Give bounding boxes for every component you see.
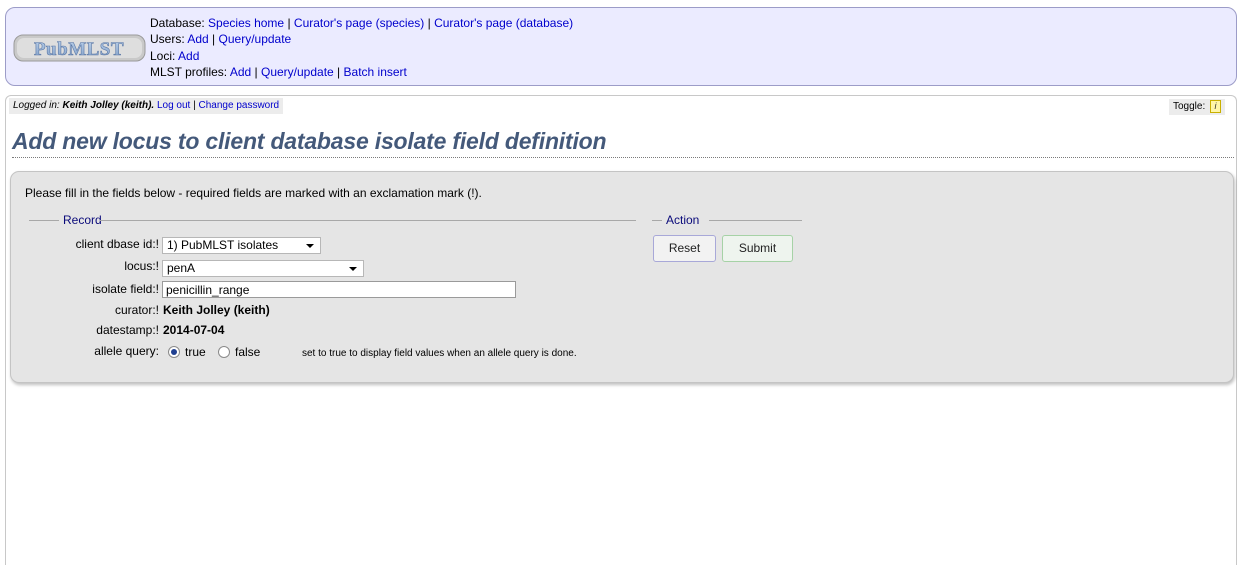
- profiles-add-link[interactable]: Add: [230, 65, 251, 79]
- logged-in-status: Logged in: Keith Jolley (keith).: [13, 100, 154, 111]
- curators-page-database-link[interactable]: Curator's page (database): [434, 16, 573, 30]
- separator: |: [287, 16, 291, 30]
- logged-in-user: Keith Jolley (keith).: [62, 100, 155, 111]
- database-row: Database: Species home | Curator's page …: [150, 15, 573, 31]
- allele-query-hint: set to true to display field values when…: [302, 348, 577, 359]
- separator: |: [427, 16, 431, 30]
- profiles-label: MLST profiles:: [150, 64, 228, 79]
- reset-button[interactable]: Reset: [653, 235, 716, 262]
- toggle-label: Toggle:: [1173, 101, 1206, 112]
- allele-query-true-radio[interactable]: [168, 346, 180, 358]
- action-legend-line-left: [652, 220, 662, 221]
- client-dbase-select[interactable]: 1) PubMLST isolates: [162, 237, 321, 254]
- record-legend-line-left: [29, 220, 59, 221]
- users-label: Users:: [150, 32, 185, 47]
- locus-value: penA: [167, 261, 196, 275]
- profiles-query-update-link[interactable]: Query/update: [261, 65, 334, 79]
- users-row: Users: Add | Query/update: [150, 31, 573, 47]
- pubmlst-logo[interactable]: PubMLST: [13, 34, 146, 62]
- curator-label: curator:!: [114, 303, 159, 317]
- logo-text: PubMLST: [34, 39, 124, 60]
- separator: |: [337, 64, 341, 79]
- locus-label: locus:!: [124, 259, 159, 273]
- loci-row: Loci: Add: [150, 48, 573, 64]
- record-legend-line-right: [100, 220, 636, 221]
- separator: |: [193, 100, 196, 111]
- info-toggle-icon[interactable]: i: [1210, 99, 1222, 113]
- datestamp-label: datestamp:!: [96, 323, 159, 337]
- datestamp-value: 2014-07-04: [163, 323, 225, 337]
- separator: |: [212, 32, 216, 47]
- client-dbase-value: 1) PubMLST isolates: [167, 238, 279, 252]
- logged-in-prefix: Logged in:: [13, 100, 60, 111]
- chevron-down-icon: [306, 244, 314, 248]
- change-password-link[interactable]: Change password: [199, 100, 280, 111]
- allele-query-false-radio[interactable]: [218, 346, 230, 358]
- allele-query-false-label[interactable]: false: [235, 345, 260, 359]
- action-legend-line-right: [709, 220, 802, 221]
- curator-value: Keith Jolley (keith): [163, 303, 270, 317]
- action-legend: Action: [666, 213, 700, 227]
- logout-link[interactable]: Log out: [157, 100, 190, 111]
- isolate-field-label: isolate field:!: [92, 282, 159, 296]
- loci-add-link[interactable]: Add: [178, 49, 199, 63]
- client-dbase-label: client dbase id:!: [75, 237, 159, 251]
- database-label: Database:: [150, 16, 205, 30]
- chevron-down-icon: [349, 267, 357, 271]
- header-nav: Database: Species home | Curator's page …: [150, 15, 573, 80]
- form-instruction: Please fill in the fields below - requir…: [25, 186, 482, 200]
- allele-query-label: allele query:: [94, 344, 159, 358]
- profiles-row: MLST profiles: Add | Query/update | Batc…: [150, 64, 573, 80]
- allele-query-true-label[interactable]: true: [185, 345, 206, 359]
- curators-page-species-link[interactable]: Curator's page (species): [294, 16, 424, 30]
- profiles-batch-insert-link[interactable]: Batch insert: [344, 65, 407, 79]
- separator: |: [254, 64, 258, 79]
- submit-button[interactable]: Submit: [722, 235, 793, 262]
- users-query-update-link[interactable]: Query/update: [219, 32, 292, 46]
- users-add-link[interactable]: Add: [187, 32, 208, 46]
- loci-label: Loci:: [150, 48, 176, 63]
- page-title: Add new locus to client database isolate…: [12, 126, 1234, 158]
- login-bar: Logged in: Keith Jolley (keith). Log out…: [9, 98, 284, 114]
- isolate-field-input[interactable]: [162, 281, 516, 298]
- locus-select[interactable]: penA: [162, 260, 364, 277]
- site-header: PubMLST Database: Species home | Curator…: [5, 7, 1237, 86]
- toggle-box: Toggle: i: [1169, 99, 1226, 115]
- record-legend: Record: [63, 213, 102, 227]
- species-home-link[interactable]: Species home: [208, 16, 284, 30]
